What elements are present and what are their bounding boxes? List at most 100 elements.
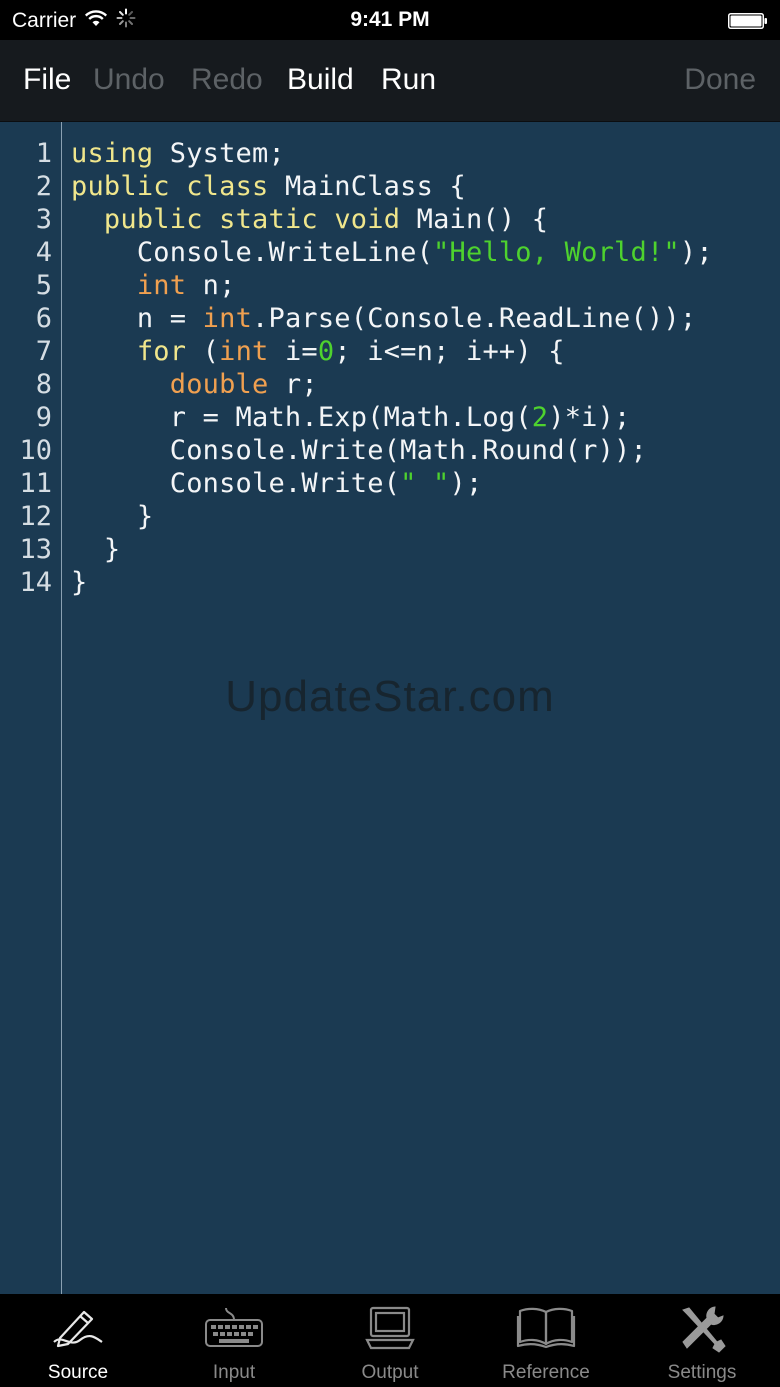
code-token: ; i<=n; i++) { <box>334 336 565 367</box>
battery-icon <box>728 11 768 29</box>
code-token: static <box>219 204 318 235</box>
code-token: ); <box>679 237 713 268</box>
code-line[interactable]: for (int i=0; i<=n; i++) { <box>71 335 713 368</box>
code-token: System; <box>153 138 285 169</box>
code-line[interactable]: Console.Write(Math.Round(r)); <box>71 434 713 467</box>
editor-toolbar: File Undo Redo Build Run Done <box>0 40 780 122</box>
code-token: " " <box>400 468 450 499</box>
tab-output[interactable]: Output <box>312 1294 468 1387</box>
code-token: int <box>136 270 187 301</box>
tab-source[interactable]: Source <box>0 1294 156 1387</box>
line-number: 2 <box>35 171 52 202</box>
tab-reference[interactable]: Reference <box>468 1294 624 1387</box>
line-number: 7 <box>35 336 52 367</box>
code-token: void <box>334 204 401 235</box>
done-button[interactable]: Done <box>684 62 756 98</box>
tab-output-label: Output <box>361 1362 419 1383</box>
line-number: 10 <box>19 435 52 466</box>
line-number: 13 <box>19 534 52 565</box>
code-token: 0 <box>317 336 335 367</box>
code-token: } <box>71 501 154 532</box>
code-token: ); <box>449 468 483 499</box>
monitor-icon <box>365 1306 415 1350</box>
code-token: r; <box>268 369 318 400</box>
run-button[interactable]: Run <box>381 62 436 98</box>
line-number: 5 <box>35 270 52 301</box>
tab-input-label: Input <box>212 1362 256 1383</box>
code-token: n = <box>71 303 203 334</box>
code-token: double <box>169 369 269 400</box>
source-code-area[interactable]: using System; public class MainClass { pu… <box>71 137 713 599</box>
code-token: Console.Write( <box>71 468 401 499</box>
code-line[interactable]: double r; <box>71 368 713 401</box>
line-number: 3 <box>35 204 52 235</box>
code-line[interactable]: using System; <box>71 137 713 170</box>
code-token: n; <box>186 270 236 301</box>
code-token: } <box>71 534 121 565</box>
tab-reference-label: Reference <box>502 1362 590 1383</box>
keyboard-icon <box>205 1307 263 1347</box>
code-token: } <box>71 567 88 598</box>
tab-bar: Source Input Output Reference Settings <box>0 1294 780 1387</box>
line-number: 1 <box>35 138 52 169</box>
code-line[interactable]: r = Math.Exp(Math.Log(2)*i); <box>71 401 713 434</box>
line-number-gutter: 1 2 3 4 5 6 7 8 9 10 11 12 13 14 <box>0 137 52 599</box>
status-bar: Carrier 9:41 PM <box>0 0 780 40</box>
code-token: int <box>219 336 269 367</box>
code-token: public <box>71 171 170 202</box>
code-token: "Hello, World!" <box>433 237 680 268</box>
code-token: for <box>136 336 187 367</box>
watermark: UpdateStar.com <box>225 672 555 721</box>
pen-icon <box>53 1310 103 1348</box>
code-line[interactable]: int n; <box>71 269 713 302</box>
build-button[interactable]: Build <box>287 62 354 98</box>
line-number: 6 <box>35 303 52 334</box>
code-token: .Parse(Console.ReadLine()); <box>252 303 697 334</box>
code-token: MainClass { <box>268 171 466 202</box>
code-line[interactable]: Console.WriteLine("Hello, World!"); <box>71 236 713 269</box>
line-number: 8 <box>35 369 52 400</box>
code-line[interactable]: } <box>71 500 713 533</box>
code-token: class <box>186 171 269 202</box>
code-line[interactable]: Console.Write(" "); <box>71 467 713 500</box>
code-token: Main() { <box>400 204 549 235</box>
line-number: 11 <box>19 468 52 499</box>
tools-icon <box>682 1306 726 1353</box>
code-token: using <box>71 138 154 169</box>
code-line[interactable]: public static void Main() { <box>71 203 713 236</box>
undo-button[interactable]: Undo <box>93 62 165 98</box>
file-button[interactable]: File <box>23 62 71 98</box>
code-token: r = Math.Exp(Math.Log( <box>71 402 532 433</box>
line-number: 14 <box>19 567 52 598</box>
code-token: Console.WriteLine( <box>71 237 434 268</box>
tab-settings-label: Settings <box>667 1362 737 1383</box>
line-number: 9 <box>35 402 52 433</box>
code-line[interactable]: } <box>71 566 713 599</box>
tab-settings[interactable]: Settings <box>624 1294 780 1387</box>
code-editor[interactable]: 1 2 3 4 5 6 7 8 9 10 11 12 13 14 using System; public … <box>0 122 780 1294</box>
code-line[interactable]: } <box>71 533 713 566</box>
code-token: ( <box>186 336 220 367</box>
tab-source-label: Source <box>47 1362 109 1383</box>
code-token: Console.Write(Math.Round(r)); <box>71 435 647 466</box>
code-token: i= <box>268 336 318 367</box>
code-token: public <box>103 204 203 235</box>
code-token: int <box>202 303 253 334</box>
code-line[interactable]: n = int.Parse(Console.ReadLine()); <box>71 302 713 335</box>
code-token: 2 <box>531 402 549 433</box>
line-number: 12 <box>19 501 52 532</box>
book-icon <box>516 1307 576 1349</box>
code-token: )*i); <box>548 402 631 433</box>
redo-button[interactable]: Redo <box>191 62 263 98</box>
code-line[interactable]: public class MainClass { <box>71 170 713 203</box>
tab-input[interactable]: Input <box>156 1294 312 1387</box>
status-time: 9:41 PM <box>350 8 430 31</box>
line-number: 4 <box>35 237 52 268</box>
